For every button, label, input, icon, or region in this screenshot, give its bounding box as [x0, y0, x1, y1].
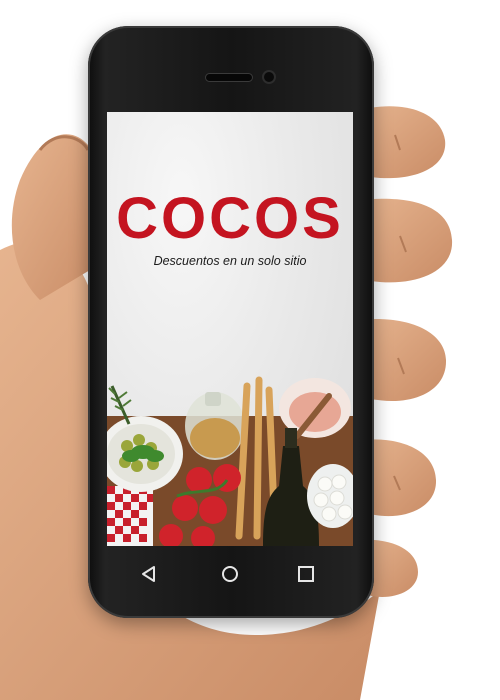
- phone-device: COCOS Descuentos en un solo sitio: [88, 26, 374, 618]
- oil-jar: [185, 392, 245, 460]
- brand-tagline: Descuentos en un solo sitio: [153, 254, 307, 268]
- home-circle-icon[interactable]: [218, 562, 242, 586]
- app-splash-screen[interactable]: COCOS Descuentos en un solo sitio: [107, 112, 353, 546]
- back-triangle-icon[interactable]: [137, 562, 161, 586]
- checkered-napkin: [107, 486, 153, 546]
- food-photo: [107, 376, 353, 546]
- front-camera: [264, 72, 274, 82]
- earpiece-speaker: [206, 74, 252, 81]
- recents-square-icon[interactable]: [294, 562, 318, 586]
- brand-logo: COCOS: [116, 186, 344, 251]
